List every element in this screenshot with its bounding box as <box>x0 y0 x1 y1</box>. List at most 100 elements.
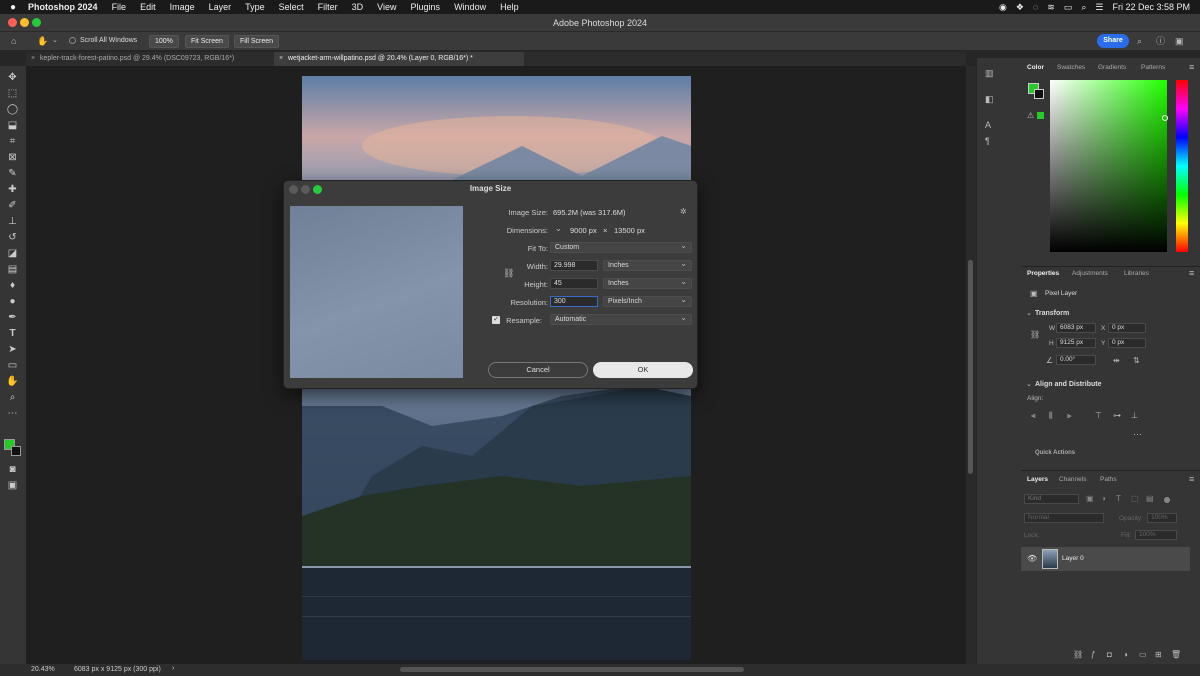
blend-mode-select[interactable]: Normal <box>1024 513 1104 523</box>
layer-kind-filter[interactable]: Kind <box>1024 494 1079 504</box>
gamut-swatch[interactable] <box>1037 112 1044 119</box>
eraser-tool-icon[interactable]: ◪ <box>6 247 19 260</box>
stamp-tool-icon[interactable]: ⊥ <box>6 215 19 228</box>
visibility-eye-icon[interactable]: 👁 <box>1027 554 1037 564</box>
menu-filter[interactable]: Filter <box>318 2 338 12</box>
path-select-icon[interactable]: ➤ <box>6 343 19 356</box>
align-left-icon[interactable]: ⫷ <box>1031 411 1036 421</box>
chevron-down-icon[interactable]: ⌄ <box>1026 309 1032 319</box>
filter-adjustment-icon[interactable]: ◑ <box>1101 494 1106 504</box>
tab-paths[interactable]: Paths <box>1100 476 1117 483</box>
chevron-down-icon[interactable]: ⌄ <box>52 36 58 46</box>
dropbox-icon[interactable]: ❖ <box>1016 2 1024 13</box>
share-button[interactable]: Share <box>1097 34 1129 48</box>
dodge-tool-icon[interactable]: ● <box>6 295 19 308</box>
filter-shape-icon[interactable]: ⬚ <box>1131 494 1139 504</box>
panel-menu-icon[interactable]: ≡ <box>1189 474 1194 484</box>
more-options-icon[interactable]: ⋯ <box>1133 429 1142 439</box>
fill-screen-button[interactable]: Fill Screen <box>234 35 280 48</box>
search-icon[interactable]: ⌕ <box>1137 36 1142 46</box>
spotlight-icon[interactable]: ⌕ <box>1081 2 1086 13</box>
mask-icon[interactable]: ◘ <box>1107 650 1112 660</box>
filter-toggle[interactable] <box>1164 497 1170 503</box>
w-input[interactable]: 6083 px <box>1056 323 1096 333</box>
menu-layer[interactable]: Layer <box>209 2 232 12</box>
tab-channels[interactable]: Channels <box>1059 476 1086 483</box>
x-input[interactable]: 0 px <box>1108 323 1146 333</box>
align-right-icon[interactable]: ⫸ <box>1067 411 1072 421</box>
history-icon[interactable]: ▥ <box>985 68 994 78</box>
type-tool-icon[interactable]: T <box>6 327 19 340</box>
align-center-icon[interactable]: ⫼ <box>1049 411 1053 421</box>
align-heading[interactable]: Align and Distribute <box>1035 381 1102 388</box>
width-unit-select[interactable]: Inches <box>603 259 692 271</box>
tab-swatches[interactable]: Swatches <box>1057 64 1085 71</box>
background-color-swatch[interactable] <box>11 446 21 456</box>
home-icon[interactable]: ⌂ <box>11 36 16 46</box>
menu-plugins[interactable]: Plugins <box>411 2 441 12</box>
eyedropper-tool-icon[interactable]: ✎ <box>6 167 19 180</box>
tab-properties[interactable]: Properties <box>1027 270 1059 277</box>
transform-heading[interactable]: Transform <box>1035 310 1069 317</box>
blur-tool-icon[interactable]: ♦ <box>6 279 19 292</box>
tab-wetjacket[interactable]: × wetjacket-arm-willpatino.psd @ 20.4% (… <box>274 52 524 66</box>
character-icon[interactable]: A <box>985 120 991 130</box>
menu-3d[interactable]: 3D <box>352 2 364 12</box>
tab-patterns[interactable]: Patterns <box>1141 64 1165 71</box>
menu-image[interactable]: Image <box>170 2 195 12</box>
filter-pixel-icon[interactable]: ▣ <box>1086 494 1094 504</box>
width-input[interactable]: 29.998 <box>550 260 598 271</box>
cancel-button[interactable]: Cancel <box>488 362 588 378</box>
sync-icon[interactable]: ◌ <box>1033 2 1038 12</box>
more-tools-icon[interactable]: ⋯ <box>6 407 19 420</box>
chevron-down-icon[interactable]: ⌄ <box>555 224 562 234</box>
brush-tool-icon[interactable]: ✐ <box>6 199 19 212</box>
resolution-input[interactable]: 300 <box>550 296 598 307</box>
workspace-icon[interactable]: ▣ <box>1175 36 1184 46</box>
scroll-all-checkbox[interactable] <box>69 37 76 44</box>
resolution-unit-select[interactable]: Pixels/Inch <box>603 295 692 307</box>
record-icon[interactable]: ◉ <box>999 2 1007 13</box>
menu-help[interactable]: Help <box>500 2 519 12</box>
color-picker-cursor[interactable] <box>1162 115 1168 121</box>
tab-layers[interactable]: Layers <box>1027 476 1048 483</box>
crop-tool-icon[interactable]: ⌗ <box>6 135 19 148</box>
tab-kepler[interactable]: × kepler-track-forest-patino.psd @ 29.4%… <box>26 52 276 66</box>
libraries-icon[interactable]: ◧ <box>985 94 994 104</box>
battery-icon[interactable]: ▭ <box>1064 2 1073 13</box>
flip-horizontal-icon[interactable]: ⇹ <box>1113 356 1120 366</box>
document-info[interactable]: 6083 px x 9125 px (300 ppi) <box>74 666 161 673</box>
adjustment-layer-icon[interactable]: ◑ <box>1123 650 1128 660</box>
height-input[interactable]: 45 <box>550 278 598 289</box>
quick-actions-heading[interactable]: Quick Actions <box>1035 450 1075 456</box>
ok-button[interactable]: OK <box>593 362 693 378</box>
height-unit-select[interactable]: Inches <box>603 277 692 289</box>
align-top-icon[interactable]: ⊤ <box>1095 411 1102 421</box>
y-input[interactable]: 0 px <box>1108 338 1146 348</box>
zoom-window-button[interactable] <box>32 18 41 27</box>
menu-view[interactable]: View <box>377 2 396 12</box>
fit-to-select[interactable]: Custom <box>550 241 692 253</box>
image-preview[interactable] <box>290 206 463 378</box>
zoom-level[interactable]: 20.43% <box>31 666 55 673</box>
apple-icon[interactable]: ● <box>10 2 16 13</box>
resample-select[interactable]: Automatic <box>550 313 692 325</box>
panel-menu-icon[interactable]: ≡ <box>1189 62 1194 72</box>
menu-file[interactable]: File <box>112 2 127 12</box>
gear-icon[interactable]: ✲ <box>680 207 687 217</box>
close-tab-icon[interactable]: × <box>31 52 35 66</box>
tab-libraries[interactable]: Libraries <box>1124 270 1149 277</box>
angle-input[interactable]: 0.00° <box>1056 355 1096 365</box>
tab-gradients[interactable]: Gradients <box>1098 64 1126 71</box>
link-layers-icon[interactable]: ⛓ <box>1073 650 1083 660</box>
menu-window[interactable]: Window <box>454 2 486 12</box>
zoom-100-button[interactable]: 100% <box>149 35 179 48</box>
help-icon[interactable]: ⓘ <box>1156 36 1165 46</box>
pen-tool-icon[interactable]: ✒ <box>6 311 19 324</box>
fx-icon[interactable]: ƒ <box>1091 650 1095 660</box>
close-window-button[interactable] <box>8 18 17 27</box>
align-middle-icon[interactable]: ⊶ <box>1113 411 1121 421</box>
tab-color[interactable]: Color <box>1027 64 1044 71</box>
h-input[interactable]: 9125 px <box>1056 338 1096 348</box>
link-icon[interactable]: ⛓ <box>1030 330 1040 340</box>
